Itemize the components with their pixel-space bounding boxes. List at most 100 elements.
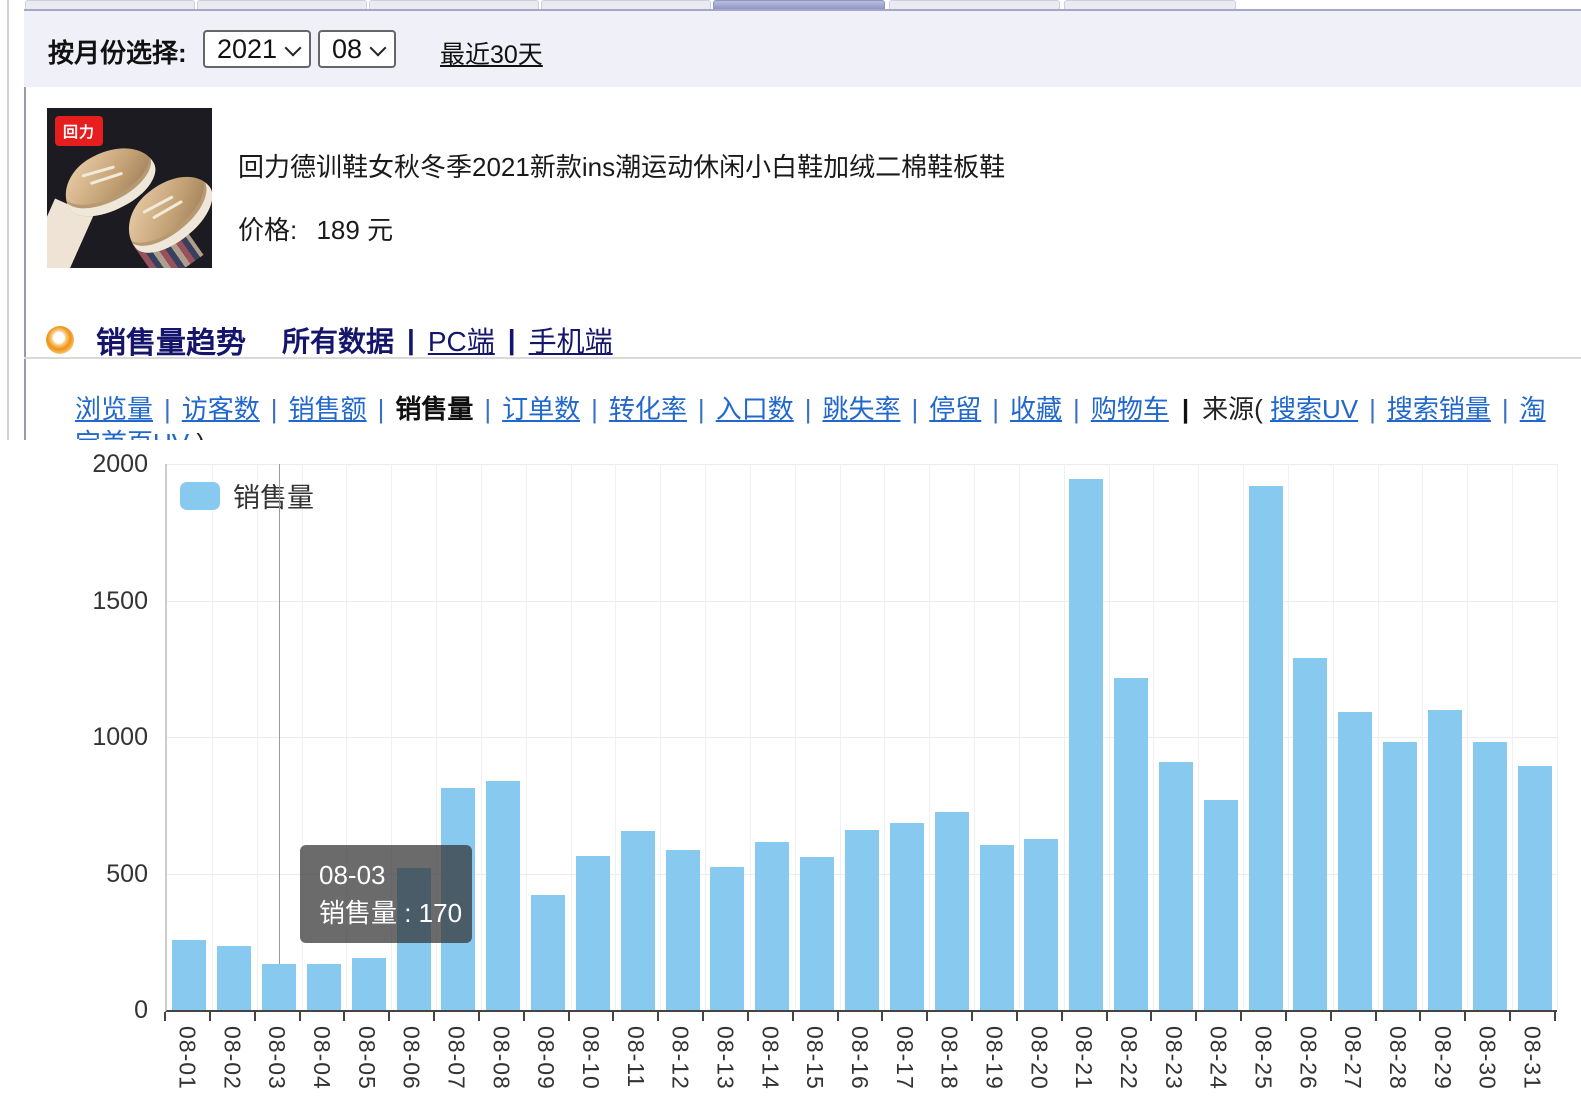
bar-08-03[interactable] xyxy=(262,964,296,1010)
recent-30-days-link[interactable]: 最近30天 xyxy=(440,35,543,71)
top-tab-strip xyxy=(24,0,1581,9)
x-axis-tick xyxy=(657,1012,659,1021)
metric-link-4[interactable]: 销售量 xyxy=(395,394,473,424)
top-tab-7[interactable] xyxy=(1064,0,1236,9)
x-axis-tick xyxy=(1285,1012,1287,1021)
x-axis-tick xyxy=(702,1012,704,1021)
x-axis-label-08-17: 08-17 xyxy=(891,1026,918,1090)
h-gridline xyxy=(167,601,1557,602)
axis-pointer-line xyxy=(279,464,280,1010)
scope-separator: | xyxy=(407,324,415,356)
bar-08-20[interactable] xyxy=(1024,839,1058,1010)
metric-link-3[interactable]: 销售额 xyxy=(289,394,367,424)
source-link-2[interactable]: 搜索销量 xyxy=(1387,394,1491,424)
metric-link-6[interactable]: 转化率 xyxy=(609,394,687,424)
top-tab-1[interactable] xyxy=(25,0,195,9)
bar-08-25[interactable] xyxy=(1249,486,1283,1010)
x-axis-tick xyxy=(747,1012,749,1021)
x-axis-tick xyxy=(433,1012,435,1021)
bar-08-12[interactable] xyxy=(666,850,700,1010)
v-gridline xyxy=(1378,464,1379,1010)
top-tab-2[interactable] xyxy=(197,0,367,9)
v-gridline xyxy=(660,464,661,1010)
metric-link-8[interactable]: 跳失率 xyxy=(822,394,900,424)
scope-tab-2[interactable]: PC端 xyxy=(428,320,495,360)
bar-08-15[interactable] xyxy=(800,857,834,1010)
x-axis-label-08-02: 08-02 xyxy=(218,1026,245,1090)
x-axis-label-08-31: 08-31 xyxy=(1519,1026,1546,1090)
top-tab-3[interactable] xyxy=(369,0,539,9)
metric-link-5[interactable]: 订单数 xyxy=(502,394,580,424)
x-axis-tick xyxy=(299,1012,301,1021)
x-axis-label-08-11: 08-11 xyxy=(622,1026,649,1088)
x-axis-label-08-07: 08-07 xyxy=(442,1026,469,1090)
bar-08-30[interactable] xyxy=(1473,742,1507,1010)
metric-link-7[interactable]: 入口数 xyxy=(716,394,794,424)
x-axis-tick xyxy=(612,1012,614,1021)
x-axis-tick xyxy=(792,1012,794,1021)
x-axis-tick xyxy=(1061,1012,1063,1021)
x-axis-label-08-12: 08-12 xyxy=(667,1026,694,1090)
top-tab-4[interactable] xyxy=(541,0,711,9)
x-axis-tick xyxy=(1330,1012,1332,1021)
metric-link-2[interactable]: 访客数 xyxy=(182,394,260,424)
bar-08-02[interactable] xyxy=(217,946,251,1010)
bar-08-28[interactable] xyxy=(1383,742,1417,1010)
bar-08-22[interactable] xyxy=(1114,678,1148,1010)
top-tab-5[interactable] xyxy=(713,0,885,9)
bar-08-05[interactable] xyxy=(352,958,386,1010)
bar-08-16[interactable] xyxy=(845,830,879,1010)
source-separator: | xyxy=(1369,394,1376,424)
bar-08-13[interactable] xyxy=(710,867,744,1010)
bar-08-24[interactable] xyxy=(1204,800,1238,1010)
v-gridline xyxy=(884,464,885,1010)
x-axis-label-08-18: 08-18 xyxy=(936,1026,963,1090)
bar-08-01[interactable] xyxy=(172,940,206,1010)
metric-separator: | xyxy=(698,394,705,424)
v-gridline xyxy=(1467,464,1468,1010)
x-axis-tick xyxy=(1016,1012,1018,1021)
x-axis-label-08-28: 08-28 xyxy=(1384,1026,1411,1090)
source-link-1[interactable]: 搜索UV xyxy=(1270,394,1358,424)
bar-08-21[interactable] xyxy=(1069,479,1103,1010)
v-gridline xyxy=(929,464,930,1010)
bar-08-19[interactable] xyxy=(980,845,1014,1010)
x-axis-label-08-30: 08-30 xyxy=(1474,1026,1501,1090)
bar-08-29[interactable] xyxy=(1428,710,1462,1010)
metric-link-1[interactable]: 浏览量 xyxy=(75,394,153,424)
bar-08-18[interactable] xyxy=(935,812,969,1010)
v-gridline xyxy=(974,464,975,1010)
metric-bold-separator: | xyxy=(1182,394,1189,424)
bar-08-14[interactable] xyxy=(755,842,789,1010)
metric-separator: | xyxy=(378,394,385,424)
top-tab-6[interactable] xyxy=(889,0,1060,9)
x-axis-label-08-13: 08-13 xyxy=(711,1026,738,1090)
scope-tab-3[interactable]: 手机端 xyxy=(529,320,613,360)
bar-08-31[interactable] xyxy=(1518,766,1552,1010)
bar-08-11[interactable] xyxy=(621,831,655,1010)
x-axis-label-08-05: 08-05 xyxy=(353,1026,380,1090)
x-axis-label-08-26: 08-26 xyxy=(1294,1026,1321,1090)
scope-tab-1: 所有数据 xyxy=(282,320,394,360)
metric-separator: | xyxy=(992,394,999,424)
month-select-label: 按月份选择: xyxy=(48,33,187,70)
bar-08-04[interactable] xyxy=(307,964,341,1010)
metric-link-9[interactable]: 停留 xyxy=(929,394,981,424)
bar-08-17[interactable] xyxy=(890,823,924,1010)
bar-08-23[interactable] xyxy=(1159,762,1193,1010)
month-select[interactable]: 08 xyxy=(318,30,396,68)
bar-08-08[interactable] xyxy=(486,781,520,1010)
source-separator: | xyxy=(1502,394,1509,424)
metric-separator: | xyxy=(271,394,278,424)
bar-08-09[interactable] xyxy=(531,895,565,1010)
bar-08-26[interactable] xyxy=(1293,658,1327,1010)
metric-separator: | xyxy=(164,394,171,424)
legend-item-sales[interactable]: 销售量 xyxy=(180,476,314,515)
x-axis-tick xyxy=(478,1012,480,1021)
bar-08-27[interactable] xyxy=(1338,712,1372,1010)
metric-link-10[interactable]: 收藏 xyxy=(1010,394,1062,424)
x-axis-label-08-16: 08-16 xyxy=(846,1026,873,1090)
bar-08-10[interactable] xyxy=(576,856,610,1010)
metric-link-11[interactable]: 购物车 xyxy=(1091,394,1169,424)
year-select[interactable]: 2021 xyxy=(203,30,311,68)
